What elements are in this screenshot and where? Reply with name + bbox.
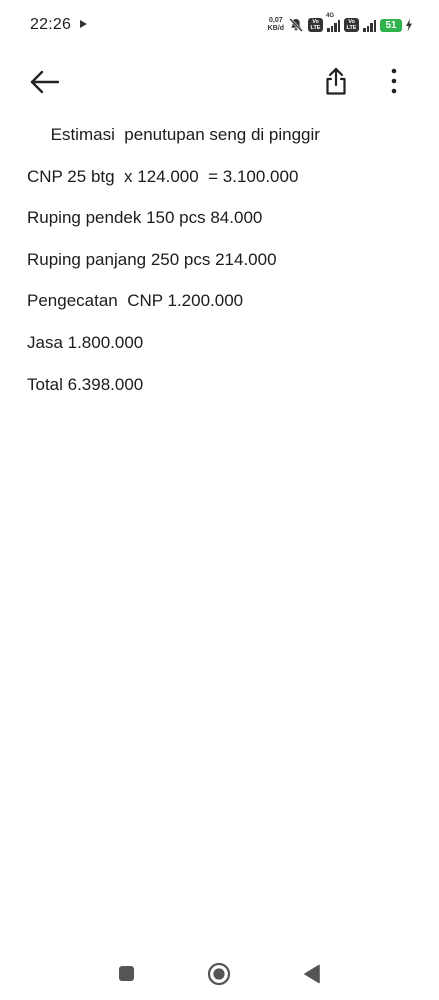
recent-apps-button[interactable] [117,964,135,982]
note-line: CNP 25 btg x 124.000 = 3.100.000 [27,166,299,186]
note-line: Jasa 1.800.000 [27,332,144,352]
note-line: Ruping pendek 150 pcs 84.000 [27,208,263,228]
more-vert-icon [391,68,397,94]
volte-bottom: LTE [346,25,357,31]
media-playing-icon [80,20,87,28]
recent-apps-icon [118,965,134,981]
network-type: 4G [326,12,335,19]
volte-bottom: LTE [310,25,321,31]
more-options-button[interactable] [374,60,414,102]
note-line: Pengecatan CNP 1.200.000 [27,291,244,311]
share-icon [326,67,346,95]
nav-back-button[interactable] [302,963,322,985]
signal-strength-icon-1: 4G [326,13,340,32]
network-speed-unit: KB/d [267,25,284,32]
home-button[interactable] [207,962,231,986]
back-button[interactable] [24,62,64,102]
network-speed-value: 0,07 [269,17,283,24]
status-bar: 22:26 0,07 KB/d Vo LTE 4G Vo LTE 51 [0,0,439,52]
toolbar [0,56,439,106]
share-button[interactable] [316,60,356,102]
status-time: 22:26 [30,16,72,33]
battery-level: 51 [380,18,402,32]
note-line: Ruping panjang 250 pcs 214.000 [27,249,277,269]
navigation-bar [0,952,439,996]
battery-icon: 51 [380,18,402,32]
notifications-muted-icon [289,18,303,32]
note-content[interactable]: Estimasi penutupan seng di pinggir CNP 2… [27,124,427,415]
status-icons: 0,07 KB/d Vo LTE 4G Vo LTE 51 [268,13,413,35]
signal-strength-icon-2 [363,19,376,32]
volte-badge-1: Vo LTE [308,18,323,32]
volte-badge-2: Vo LTE [344,18,359,32]
arrow-left-icon [30,70,59,94]
charging-icon [406,19,412,31]
note-line: Total 6.398.000 [27,374,144,394]
network-speed: 0,07 KB/d [268,17,284,33]
note-line: Estimasi penutupan seng di pinggir [27,125,320,144]
